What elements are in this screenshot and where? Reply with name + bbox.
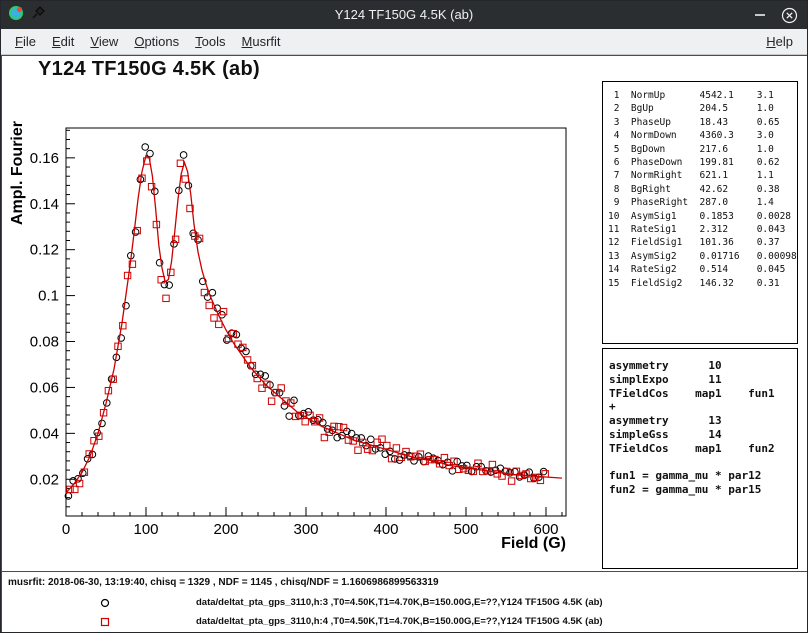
fit-info: musrfit: 2018-06-30, 13:19:40, chisq = 1…	[8, 577, 439, 588]
theory-lines: asymmetry 10 simplExpo 11 TFieldCos map1…	[603, 349, 797, 507]
menubar-help: Help	[758, 34, 801, 49]
menu-options[interactable]: Options	[126, 32, 187, 51]
y-axis-title: Ampl. Fourier	[9, 121, 26, 225]
main-pad[interactable]: Y124 TF150G 4.5K (ab) 010020030040050060…	[2, 56, 808, 571]
menu-musrfit[interactable]: Musrfit	[234, 32, 289, 51]
svg-text:100: 100	[133, 521, 158, 538]
menubar: FileEditViewOptionsToolsMusrfit Help	[1, 29, 807, 55]
svg-text:0.14: 0.14	[30, 196, 59, 213]
y-axis: 0.02 0.04 0.06 0.08 0.1 0.12 0.14 0.16	[30, 130, 75, 507]
close-button[interactable]	[780, 6, 798, 24]
x-axis-title: Field (G)	[501, 535, 566, 552]
info-pad[interactable]: musrfit: 2018-06-30, 13:19:40, chisq = 1…	[2, 571, 808, 632]
parameters-box[interactable]: 1 NormUp 4542.1 3.1 2 BgUp 204.5 1.0 3 P…	[602, 81, 798, 344]
series-h4-markers	[67, 158, 549, 493]
musrview-window: Y124 TF150G 4.5K (ab) FileEditViewOption…	[0, 0, 808, 633]
minimize-button[interactable]	[751, 6, 769, 24]
svg-text:0.16: 0.16	[30, 150, 59, 167]
legend-label: data/deltat_pta_gps_3110,h:4 ,T0=4.50K,T…	[196, 616, 603, 627]
pin-icon[interactable]	[31, 6, 45, 25]
svg-text:300: 300	[293, 521, 318, 538]
legend-row: data/deltat_pta_gps_3110,h:4 ,T0=4.50K,T…	[2, 612, 808, 631]
menubar-items: FileEditViewOptionsToolsMusrfit	[7, 34, 289, 49]
legend-row: data/deltat_pta_gps_3110,h:3 ,T0=4.50K,T…	[2, 593, 808, 612]
svg-text:0.08: 0.08	[30, 334, 59, 351]
fit-curve	[66, 156, 562, 493]
svg-text:0.12: 0.12	[30, 242, 59, 259]
plot-title: Y124 TF150G 4.5K (ab)	[38, 58, 260, 81]
svg-text:0: 0	[62, 521, 70, 538]
legend: data/deltat_pta_gps_3110,h:3 ,T0=4.50K,T…	[2, 593, 808, 631]
titlebar-buttons	[751, 6, 798, 24]
menu-tools[interactable]: Tools	[187, 32, 233, 51]
menu-edit[interactable]: Edit	[44, 32, 82, 51]
menu-file[interactable]: File	[7, 32, 44, 51]
menu-help[interactable]: Help	[758, 32, 801, 51]
titlebar[interactable]: Y124 TF150G 4.5K (ab)	[1, 1, 807, 29]
svg-text:0.06: 0.06	[30, 379, 59, 396]
theory-box[interactable]: asymmetry 10 simplExpo 11 TFieldCos map1…	[602, 348, 798, 569]
legend-label: data/deltat_pta_gps_3110,h:3 ,T0=4.50K,T…	[196, 597, 603, 608]
svg-text:400: 400	[373, 521, 398, 538]
svg-text:200: 200	[213, 521, 238, 538]
svg-text:0.1: 0.1	[38, 288, 59, 305]
plot-area[interactable]: 01002003004005006000.020.040.060.080.10.…	[7, 96, 603, 558]
legend-square-icon	[99, 616, 111, 628]
legend-circle-icon	[99, 597, 111, 609]
titlebar-left-icons	[8, 5, 45, 26]
svg-text:500: 500	[453, 521, 478, 538]
svg-text:0.04: 0.04	[30, 425, 59, 442]
menu-view[interactable]: View	[82, 32, 126, 51]
plot-frame	[66, 128, 566, 516]
parameters-list: 1 NormUp 4542.1 3.1 2 BgUp 204.5 1.0 3 P…	[603, 82, 797, 297]
app-icon	[8, 5, 24, 26]
root-canvas[interactable]: Y124 TF150G 4.5K (ab) 010020030040050060…	[1, 55, 808, 633]
window-title: Y124 TF150G 4.5K (ab)	[1, 1, 807, 29]
x-axis: 0100200300400500600	[62, 507, 562, 538]
series-h3-markers	[65, 144, 547, 500]
svg-text:0.02: 0.02	[30, 471, 59, 488]
